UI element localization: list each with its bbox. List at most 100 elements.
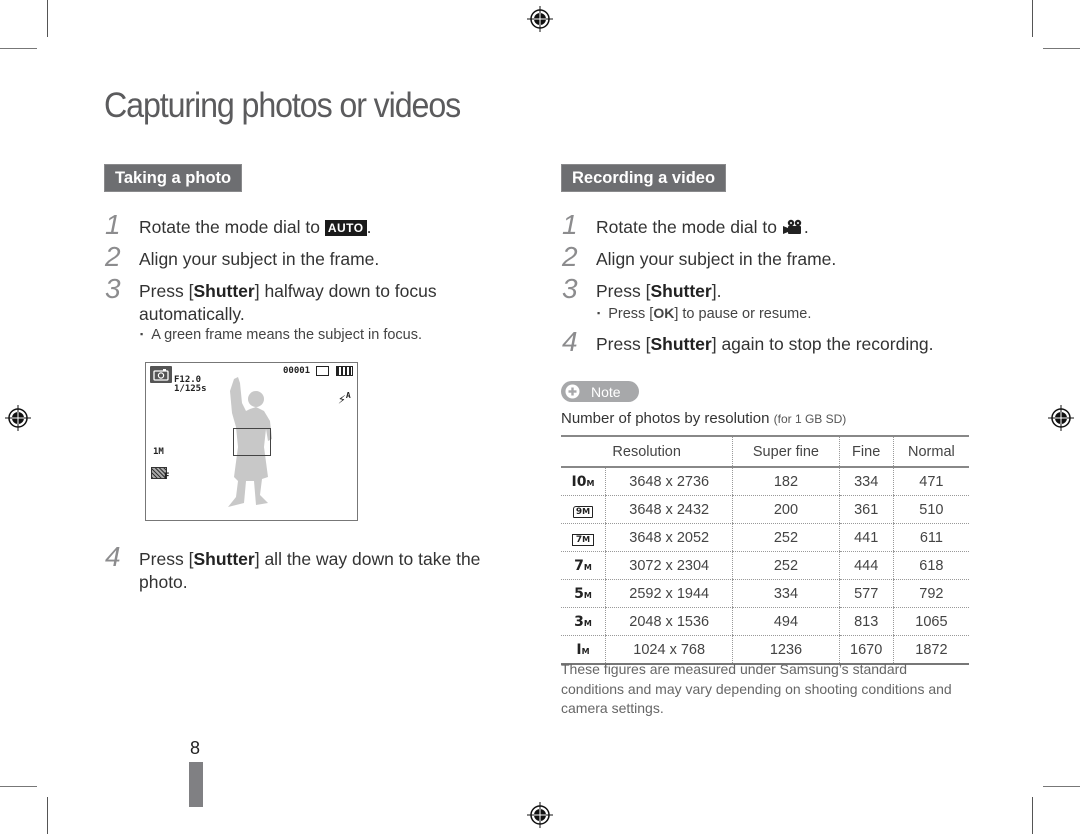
photo-step-3: 3 Press [Shutter] halfway down to focus … — [105, 275, 437, 326]
step-text: Rotate the mode dial to — [596, 217, 782, 237]
step-text: Align your subject in the frame. — [596, 249, 837, 269]
photo-step-4: 4 Press [Shutter] all the way down to ta… — [105, 543, 481, 594]
page-title: Capturing photos or videos — [104, 86, 461, 125]
note-badge: Note — [561, 381, 639, 402]
shutter-key-label: Shutter — [650, 334, 712, 354]
crop-mark — [1032, 797, 1033, 834]
crop-mark — [1043, 48, 1080, 49]
cell-fine: 813 — [838, 607, 894, 636]
cell-resolution: 3072 x 2304 — [604, 551, 733, 580]
cell-resolution: 2048 x 1536 — [604, 607, 733, 636]
table-row: 5M 2592 x 1944 334 577 792 — [561, 579, 969, 608]
video-step-3: 3 Press [Shutter]. — [562, 275, 721, 303]
crop-mark — [47, 0, 48, 37]
shutter-key-label: Shutter — [193, 281, 255, 301]
bullet-text: ] to pause or resume. — [674, 306, 812, 322]
caption-subtext: (for 1 GB SD) — [773, 412, 847, 426]
step-text: Press [ — [596, 334, 651, 354]
crop-mark — [0, 786, 37, 787]
registration-mark-icon — [5, 405, 31, 431]
section-heading-taking-photo: Taking a photo — [104, 164, 243, 192]
step-text: Press [ — [139, 281, 194, 301]
shot-count-readout: 00001 — [283, 366, 311, 376]
flash-auto-icon: ⚡A — [338, 391, 351, 408]
header-fine: Fine — [838, 435, 894, 468]
photo-bullet-note: A green frame means the subject in focus… — [140, 327, 422, 343]
cell-super-fine: 252 — [732, 551, 840, 580]
resolution-10m-icon: I0M — [561, 467, 606, 496]
registration-mark-icon — [527, 6, 553, 32]
cell-fine: 441 — [838, 523, 894, 552]
bullet-text: Press [ — [608, 306, 654, 322]
cell-normal: 1065 — [892, 607, 969, 636]
step-text: . — [803, 217, 809, 237]
step-number: 1 — [562, 209, 578, 240]
step-text: Align your subject in the frame. — [139, 249, 380, 269]
step-text: photo. — [139, 572, 188, 592]
step-text: . — [366, 217, 372, 237]
step-number: 4 — [562, 326, 578, 357]
table-row: 7M 3648 x 2052 252 441 611 — [561, 523, 969, 552]
step-number: 3 — [562, 273, 578, 304]
caption-text: Number of photos by resolution — [561, 410, 770, 427]
shutter-speed-readout: 1/125s — [174, 384, 207, 394]
resolution-table: Resolution Super fine Fine Normal I0M 36… — [561, 435, 969, 665]
focus-frame — [233, 428, 271, 456]
step-text: Press [ — [596, 281, 651, 301]
cell-super-fine: 334 — [732, 579, 840, 608]
cell-fine: 444 — [838, 551, 894, 580]
resolution-7m-wide-icon: 7M — [561, 523, 606, 552]
shutter-key-label: Shutter — [193, 549, 255, 569]
step-text: Press [ — [139, 549, 194, 569]
resolution-7m-icon: 7M — [561, 551, 606, 580]
video-step-1: 1 Rotate the mode dial to . — [562, 211, 809, 239]
table-row: 9M 3648 x 2432 200 361 510 — [561, 495, 969, 524]
step-text: ] all the way down to take the — [254, 549, 481, 569]
registration-mark-icon — [1048, 405, 1074, 431]
step-text: Rotate the mode dial to — [139, 217, 325, 237]
cell-super-fine: 494 — [732, 607, 840, 636]
auto-mode-icon: AUTO — [324, 220, 367, 236]
table-caption: Number of photos by resolution (for 1 GB… — [561, 410, 846, 427]
step-number: 1 — [105, 209, 121, 240]
shutter-key-label: Shutter — [650, 281, 712, 301]
resolution-3m-icon: 3M — [561, 607, 606, 636]
cell-super-fine: 182 — [732, 467, 840, 496]
page-tab-marker — [189, 762, 203, 807]
camera-preview-screen: F12.0 1/125s 00001 ⚡A 1M F — [145, 362, 358, 521]
photo-step-1: 1 Rotate the mode dial to AUTO. — [105, 211, 372, 239]
resolution-5m-icon: 5M — [561, 579, 606, 608]
memory-card-icon — [316, 366, 329, 376]
step-number: 2 — [105, 241, 121, 272]
camera-mode-icon — [150, 366, 172, 383]
ok-key-label: OK — [653, 305, 675, 321]
photo-step-2: 2 Align your subject in the frame. — [105, 243, 380, 271]
video-step-4: 4 Press [Shutter] again to stop the reco… — [562, 328, 934, 356]
step-number: 2 — [562, 241, 578, 272]
cell-normal: 611 — [892, 523, 969, 552]
table-row: I0M 3648 x 2736 182 334 471 — [561, 467, 969, 496]
cell-resolution: 2592 x 1944 — [604, 579, 733, 608]
cell-normal: 618 — [892, 551, 969, 580]
step-text: automatically. — [139, 304, 245, 324]
header-resolution: Resolution — [561, 435, 733, 468]
step-number: 3 — [105, 273, 121, 304]
step-text: ] again to stop the recording. — [711, 334, 934, 354]
step-number: 4 — [105, 541, 121, 572]
step-text: ] halfway down to focus — [254, 281, 437, 301]
quality-indicator: F — [164, 472, 170, 482]
cell-resolution: 3648 x 2432 — [604, 495, 733, 524]
resolution-indicator: 1M — [153, 447, 164, 457]
table-row: 3M 2048 x 1536 494 813 1065 — [561, 607, 969, 636]
cell-resolution: 3648 x 2736 — [604, 467, 733, 496]
header-super-fine: Super fine — [732, 435, 840, 468]
cell-fine: 361 — [838, 495, 894, 524]
cell-normal: 792 — [892, 579, 969, 608]
cell-super-fine: 252 — [732, 523, 840, 552]
section-heading-recording-video: Recording a video — [561, 164, 727, 192]
header-normal: Normal — [892, 435, 969, 468]
movie-mode-icon — [782, 219, 802, 234]
resolution-9m-wide-icon: 9M — [561, 495, 606, 524]
table-footnote: These figures are measured under Samsung… — [561, 661, 952, 716]
crop-mark — [1032, 0, 1033, 37]
